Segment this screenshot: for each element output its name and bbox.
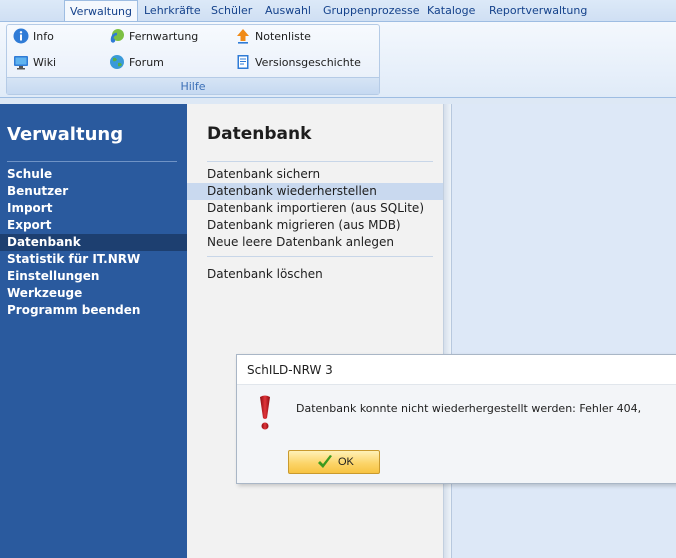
document-icon bbox=[235, 54, 251, 70]
tab-lehrkraefte[interactable]: Lehrkräfte bbox=[139, 0, 206, 22]
forum-label: Forum bbox=[129, 56, 164, 69]
dialog-title: SchILD-NRW 3 bbox=[247, 363, 333, 377]
remote-support-icon bbox=[109, 28, 125, 44]
checkmark-icon bbox=[317, 454, 333, 470]
nav-title: Verwaltung bbox=[7, 124, 124, 145]
ok-button[interactable]: OK bbox=[288, 450, 380, 474]
notenliste-button[interactable]: Notenliste bbox=[235, 27, 311, 47]
notenliste-label: Notenliste bbox=[255, 30, 311, 43]
fernwartung-button[interactable]: Fernwartung bbox=[109, 27, 198, 47]
ribbon-tab-bar: Verwaltung Lehrkräfte Schüler Auswahl Gr… bbox=[0, 0, 676, 23]
splitter[interactable] bbox=[443, 104, 451, 558]
action-datenbank-migrieren[interactable]: Datenbank migrieren (aus MDB) bbox=[187, 217, 443, 234]
ribbon-group-label: Hilfe bbox=[7, 77, 379, 94]
nav-item-schule[interactable]: Schule bbox=[0, 166, 187, 183]
tab-verwaltung[interactable]: Verwaltung bbox=[64, 0, 138, 23]
panel-title: Datenbank bbox=[207, 124, 312, 144]
nav-item-einstellungen[interactable]: Einstellungen bbox=[0, 268, 187, 285]
nav-item-statistik[interactable]: Statistik für IT.NRW bbox=[0, 251, 187, 268]
versionsgeschichte-label: Versionsgeschichte bbox=[255, 56, 361, 69]
wiki-button[interactable]: Wiki bbox=[13, 53, 56, 73]
ribbon: Info Fernwartung Notenliste Wiki Forum V… bbox=[0, 21, 676, 98]
left-navigation: Verwaltung Schule Benutzer Import Export… bbox=[0, 104, 187, 558]
action-datenbank-importieren[interactable]: Datenbank importieren (aus SQLite) bbox=[187, 200, 443, 217]
ribbon-group-hilfe: Info Fernwartung Notenliste Wiki Forum V… bbox=[6, 24, 380, 95]
datenbank-panel: Datenbank Datenbank sichern Datenbank wi… bbox=[187, 104, 443, 558]
globe-icon bbox=[109, 54, 125, 70]
error-dialog: SchILD-NRW 3 Datenbank konnte nicht wied… bbox=[236, 354, 676, 484]
tab-reportverwaltung[interactable]: Reportverwaltung bbox=[484, 0, 592, 22]
nav-divider bbox=[7, 161, 177, 162]
tab-kataloge[interactable]: Kataloge bbox=[422, 0, 480, 22]
info-button[interactable]: Info bbox=[13, 27, 54, 47]
tab-gruppenprozesse[interactable]: Gruppenprozesse bbox=[318, 0, 425, 22]
action-datenbank-wiederherstellen[interactable]: Datenbank wiederherstellen bbox=[187, 183, 443, 200]
panel-divider-bottom bbox=[207, 256, 433, 257]
forum-button[interactable]: Forum bbox=[109, 53, 164, 73]
nav-item-datenbank[interactable]: Datenbank bbox=[0, 234, 187, 251]
nav-item-programm-beenden[interactable]: Programm beenden bbox=[0, 302, 187, 319]
nav-item-import[interactable]: Import bbox=[0, 200, 187, 217]
ok-button-label: OK bbox=[338, 456, 354, 468]
action-neue-datenbank[interactable]: Neue leere Datenbank anlegen bbox=[187, 234, 443, 251]
info-icon bbox=[13, 28, 29, 44]
exclamation-icon bbox=[257, 395, 273, 431]
panel-divider-top bbox=[207, 161, 433, 162]
action-datenbank-sichern[interactable]: Datenbank sichern bbox=[187, 166, 443, 183]
upload-arrow-icon bbox=[235, 28, 251, 44]
fernwartung-label: Fernwartung bbox=[129, 30, 199, 43]
content-area bbox=[451, 104, 676, 558]
info-label: Info bbox=[33, 30, 54, 43]
monitor-icon bbox=[13, 54, 29, 70]
tab-schueler[interactable]: Schüler bbox=[206, 0, 257, 22]
nav-item-benutzer[interactable]: Benutzer bbox=[0, 183, 187, 200]
dialog-titlebar[interactable]: SchILD-NRW 3 bbox=[237, 355, 676, 385]
nav-item-export[interactable]: Export bbox=[0, 217, 187, 234]
tab-auswahl[interactable]: Auswahl bbox=[260, 0, 316, 22]
nav-item-werkzeuge[interactable]: Werkzeuge bbox=[0, 285, 187, 302]
dialog-message: Datenbank konnte nicht wiederhergestellt… bbox=[296, 402, 642, 415]
versionsgeschichte-button[interactable]: Versionsgeschichte bbox=[235, 53, 361, 73]
wiki-label: Wiki bbox=[33, 56, 57, 69]
action-datenbank-loeschen[interactable]: Datenbank löschen bbox=[187, 266, 443, 283]
